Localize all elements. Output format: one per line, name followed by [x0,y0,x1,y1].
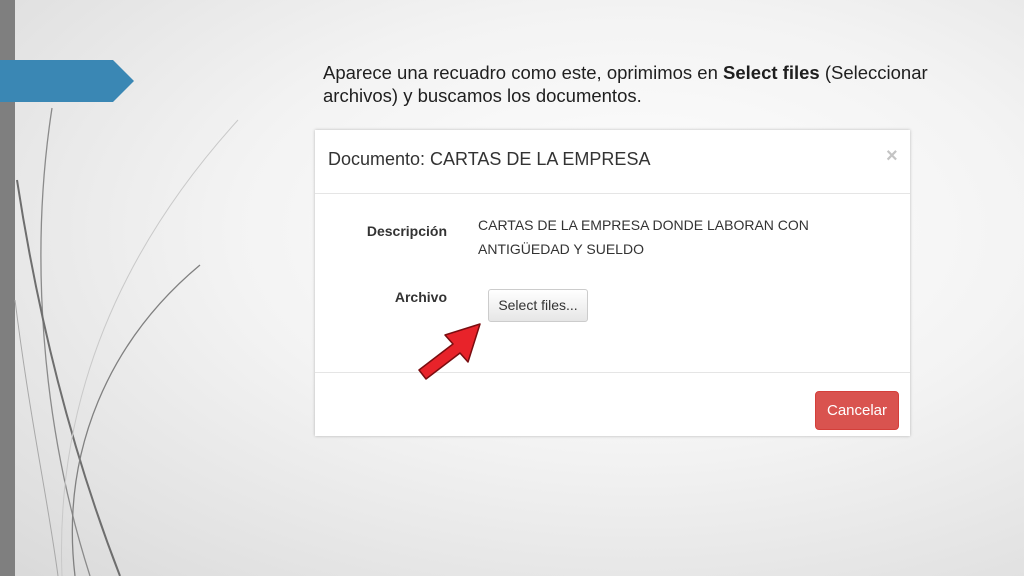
close-icon[interactable]: × [886,146,898,166]
dialog-header: Documento: CARTAS DE LA EMPRESA × [315,130,910,194]
description-value: CARTAS DE LA EMPRESA DONDE LABORAN CON A… [478,217,809,257]
caption-text-start: Aparece una recuadro como este, oprimimo… [323,62,724,83]
caption-bold-text: Select files [723,62,820,83]
red-arrow-icon [418,323,481,380]
dialog-title: Documento: CARTAS DE LA EMPRESA [328,149,651,169]
description-label: Descripción [366,223,447,239]
select-files-button[interactable]: Select files... [488,289,588,322]
slide-arrow-tab [0,60,134,102]
file-label: Archivo [394,289,447,305]
dialog-footer: Cancelar [315,372,910,437]
slide-caption: Aparece una recuadro como este, oprimimo… [323,61,963,107]
document-dialog: Documento: CARTAS DE LA EMPRESA × Descri… [315,130,910,436]
cancel-button[interactable]: Cancelar [815,391,899,430]
